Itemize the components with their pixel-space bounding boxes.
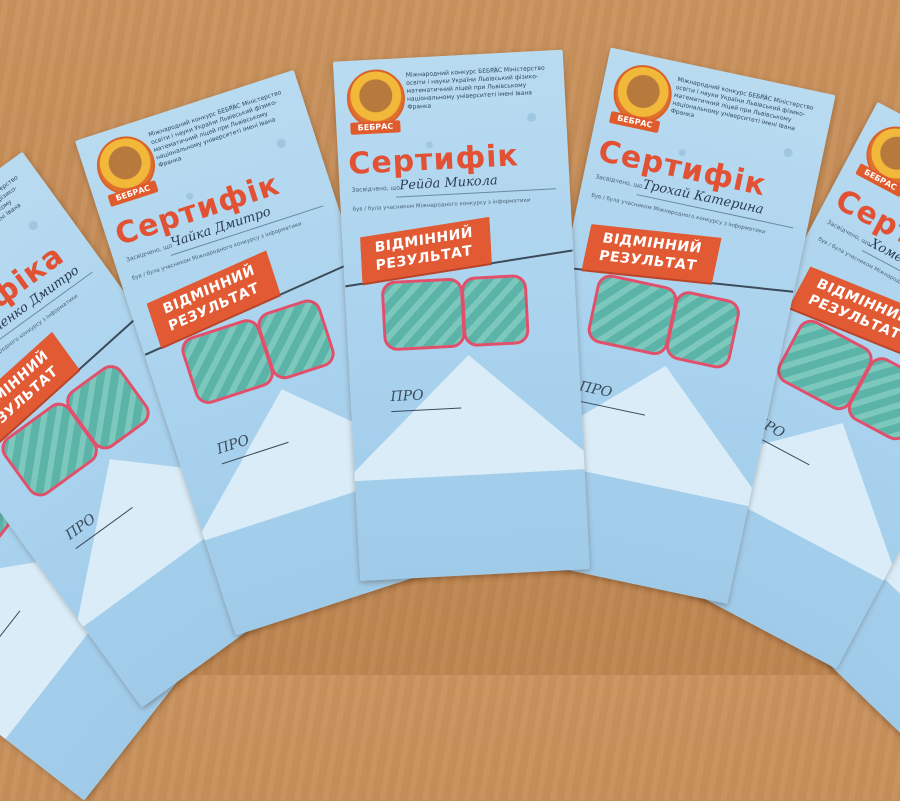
award-text: ВІДМІННИЙ РЕЗУЛЬТАТ <box>374 224 474 275</box>
subtitle-text: був / була учасником Міжнародного конкур… <box>352 197 531 213</box>
mountain-illustration <box>338 348 590 482</box>
signature: ПРО <box>390 385 462 413</box>
cable-car-icon <box>663 288 743 371</box>
awarded-label: Засвідчено, що <box>351 184 400 194</box>
award-text: ВІДМІННИЙ РЕЗУЛЬТАТ <box>597 230 704 275</box>
organization-text: Міжнародний конкурс БЕБРАС Міністерство … <box>405 64 545 111</box>
cable-car-icon <box>460 273 530 348</box>
award-ribbon: ВІДМІННИЙ РЕЗУЛЬТАТ <box>581 224 722 283</box>
cable-car-icon <box>380 277 467 352</box>
table-surface: БЕБРАС Міжнародний конкурс БЕБРАС Мініст… <box>0 0 900 801</box>
certificate-sheet: БЕБРАС Міжнародний конкурс БЕБРАС Мініст… <box>332 49 590 582</box>
